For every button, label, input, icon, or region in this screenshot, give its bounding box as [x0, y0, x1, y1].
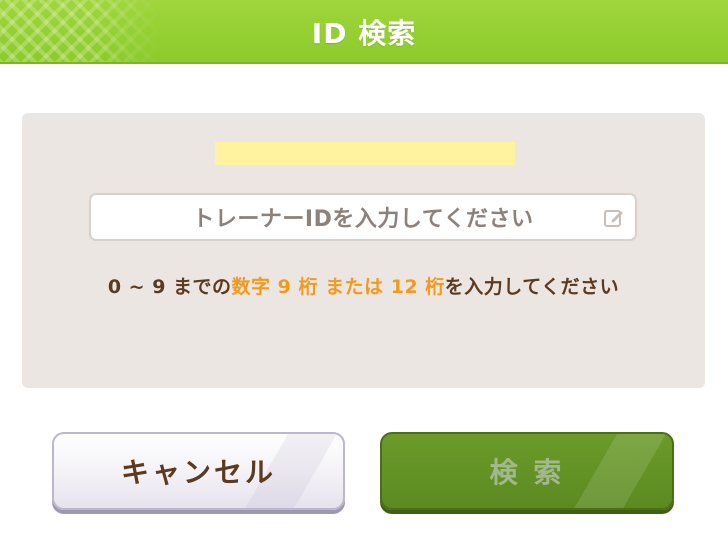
hint-text-start: 0 ~ 9 までの: [107, 276, 232, 298]
hint-text-end: を入力してください: [444, 276, 620, 298]
search-button[interactable]: 検 索: [380, 432, 674, 510]
trainer-id-input[interactable]: トレーナーIDを入力してください: [89, 193, 637, 241]
pencil-icon[interactable]: [602, 206, 626, 230]
search-button-label: 検 索: [489, 456, 565, 489]
hint-text-accent: 数字 9 桁 または 12 桁: [231, 276, 445, 298]
cancel-button-label: キャンセル: [120, 456, 276, 489]
dialog-header: ID 検索: [0, 0, 728, 64]
input-hint: 0 ~ 9 までの数字 9 桁 または 12 桁を入力してください: [22, 272, 705, 299]
trainer-id-placeholder: トレーナーIDを入力してください: [192, 207, 534, 232]
highlight-bar: [215, 142, 515, 165]
cancel-button[interactable]: キャンセル: [52, 432, 345, 510]
search-button-decoration: [552, 434, 672, 508]
dialog-title: ID 検索: [311, 17, 417, 50]
input-panel: トレーナーIDを入力してください 0 ~ 9 までの数字 9 桁 または 12 …: [22, 113, 705, 388]
